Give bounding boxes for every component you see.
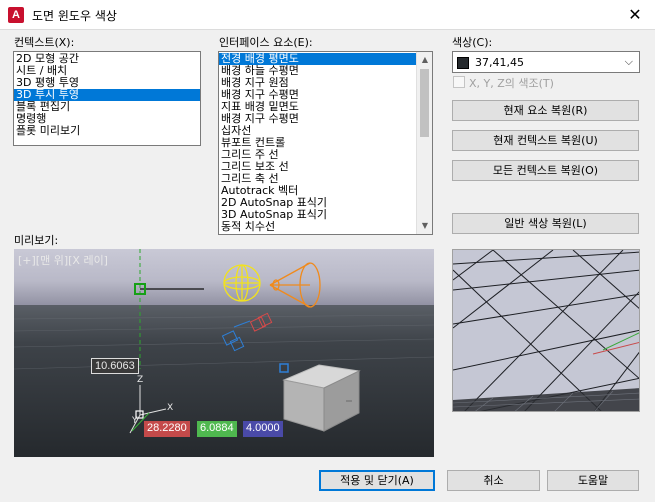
- interface-element-item[interactable]: 배경 하늘 수평면: [219, 65, 416, 77]
- interface-element-label: 인터페이스 요소(E):: [219, 36, 313, 49]
- color-value: 37,41,45: [475, 56, 524, 69]
- interface-element-item[interactable]: 그리드 축 선: [219, 173, 416, 185]
- context-list[interactable]: 2D 모형 공간 시트 / 배치 3D 평행 투영 3D 투시 투영 블록 편집기 명령행…: [13, 51, 201, 146]
- interface-element-item[interactable]: 그리드 보조 선: [219, 161, 416, 173]
- scroll-down-icon[interactable]: ▼: [417, 218, 432, 234]
- interface-element-item[interactable]: 뷰포트 컨트롤: [219, 137, 416, 149]
- sun-sphere: [223, 264, 261, 302]
- title-bar: A 도면 윈도우 색상 ✕: [0, 0, 655, 30]
- viewport-controls-label[interactable]: [+][맨 위][X 레이]: [18, 252, 108, 268]
- context-label: 컨텍스트(X):: [14, 36, 75, 49]
- interface-element-item[interactable]: 십자선: [219, 125, 416, 137]
- color-label: 색상(C):: [452, 36, 493, 49]
- interface-element-item[interactable]: 배경 지구 원점: [219, 77, 416, 89]
- preview-viewport: Z X Y [+][맨 위][X 레이] 10.6063 28.2280 6.0…: [14, 249, 434, 457]
- context-list-item[interactable]: 2D 모형 공간: [14, 53, 200, 65]
- restore-element-button[interactable]: 현재 요소 복원(R): [452, 100, 639, 121]
- context-list-item[interactable]: 플롯 미리보기: [14, 125, 200, 137]
- interface-element-item[interactable]: 그리드 주 선: [219, 149, 416, 161]
- interface-element-item[interactable]: 동적 치수선: [219, 221, 416, 233]
- interface-element-item[interactable]: 전경 배경 평면도: [219, 53, 416, 65]
- coord-y-box: 6.0884: [197, 421, 237, 437]
- preview-label: 미리보기:: [14, 234, 59, 247]
- context-list-item[interactable]: 3D 투시 투영: [14, 89, 200, 101]
- scroll-thumb[interactable]: [420, 69, 429, 137]
- tint-label: X, Y, Z의 색조(T): [469, 77, 554, 90]
- interface-element-item[interactable]: 3D AutoSnap 표식기: [219, 209, 416, 221]
- tint-checkbox[interactable]: [453, 76, 465, 88]
- color-select[interactable]: 37,41,45 ⌵: [452, 51, 640, 73]
- dimension-value: 10.6063: [91, 358, 139, 374]
- axis-z-label: Z: [137, 375, 143, 385]
- context-list-item[interactable]: 시트 / 배치: [14, 65, 200, 77]
- interface-element-item[interactable]: 배경 지구 수평면: [219, 89, 416, 101]
- interface-element-item[interactable]: 배경 지구 수평면: [219, 113, 416, 125]
- window-title: 도면 윈도우 색상: [32, 9, 117, 23]
- interface-element-item[interactable]: Autotrack 벡터: [219, 185, 416, 197]
- interface-element-item[interactable]: 2D AutoSnap 표식기: [219, 197, 416, 209]
- restore-classic-colors-button[interactable]: 일반 색상 복원(L): [452, 213, 639, 234]
- context-list-item[interactable]: 블록 편집기: [14, 101, 200, 113]
- ground-grid-preview: [453, 250, 639, 411]
- axis-x-label: X: [167, 403, 173, 413]
- restore-context-button[interactable]: 현재 컨텍스트 복원(U): [452, 130, 639, 151]
- autocad-logo-icon: A: [8, 7, 24, 23]
- element-preview-panel: [452, 249, 640, 412]
- interface-element-item[interactable]: 지표 배경 밑면도: [219, 101, 416, 113]
- cancel-button[interactable]: 취소: [447, 470, 540, 491]
- coord-z-box: 4.0000: [243, 421, 283, 437]
- element-list-scrollbar[interactable]: ▲ ▼: [416, 52, 432, 234]
- help-button[interactable]: 도움말: [547, 470, 639, 491]
- apply-close-button[interactable]: 적용 및 닫기(A): [319, 470, 435, 491]
- context-list-item[interactable]: 명령행: [14, 113, 200, 125]
- chevron-down-icon: ⌵: [624, 55, 633, 68]
- restore-all-contexts-button[interactable]: 모든 컨텍스트 복원(O): [452, 160, 639, 181]
- coord-x-box: 28.2280: [144, 421, 190, 437]
- context-list-item[interactable]: 3D 평행 투영: [14, 77, 200, 89]
- axis-y-label: Y: [131, 416, 138, 426]
- color-swatch: [457, 57, 469, 69]
- interface-element-list[interactable]: 전경 배경 평면도 배경 하늘 수평면 배경 지구 원점 배경 지구 수평면 지표 배경…: [218, 51, 433, 235]
- scroll-up-icon[interactable]: ▲: [417, 52, 432, 68]
- close-icon[interactable]: ✕: [615, 0, 655, 30]
